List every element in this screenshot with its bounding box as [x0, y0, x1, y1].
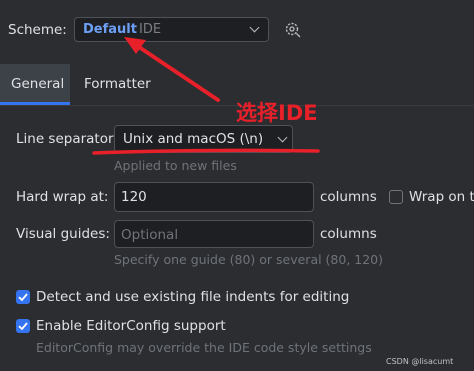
watermark: CSDN @lisacumt [386, 357, 454, 366]
annotation-overlay [92, 37, 320, 155]
annotation-underline [92, 148, 320, 155]
annotation-text: 选择IDE [236, 101, 318, 125]
annotation-arrow-icon [134, 43, 220, 102]
